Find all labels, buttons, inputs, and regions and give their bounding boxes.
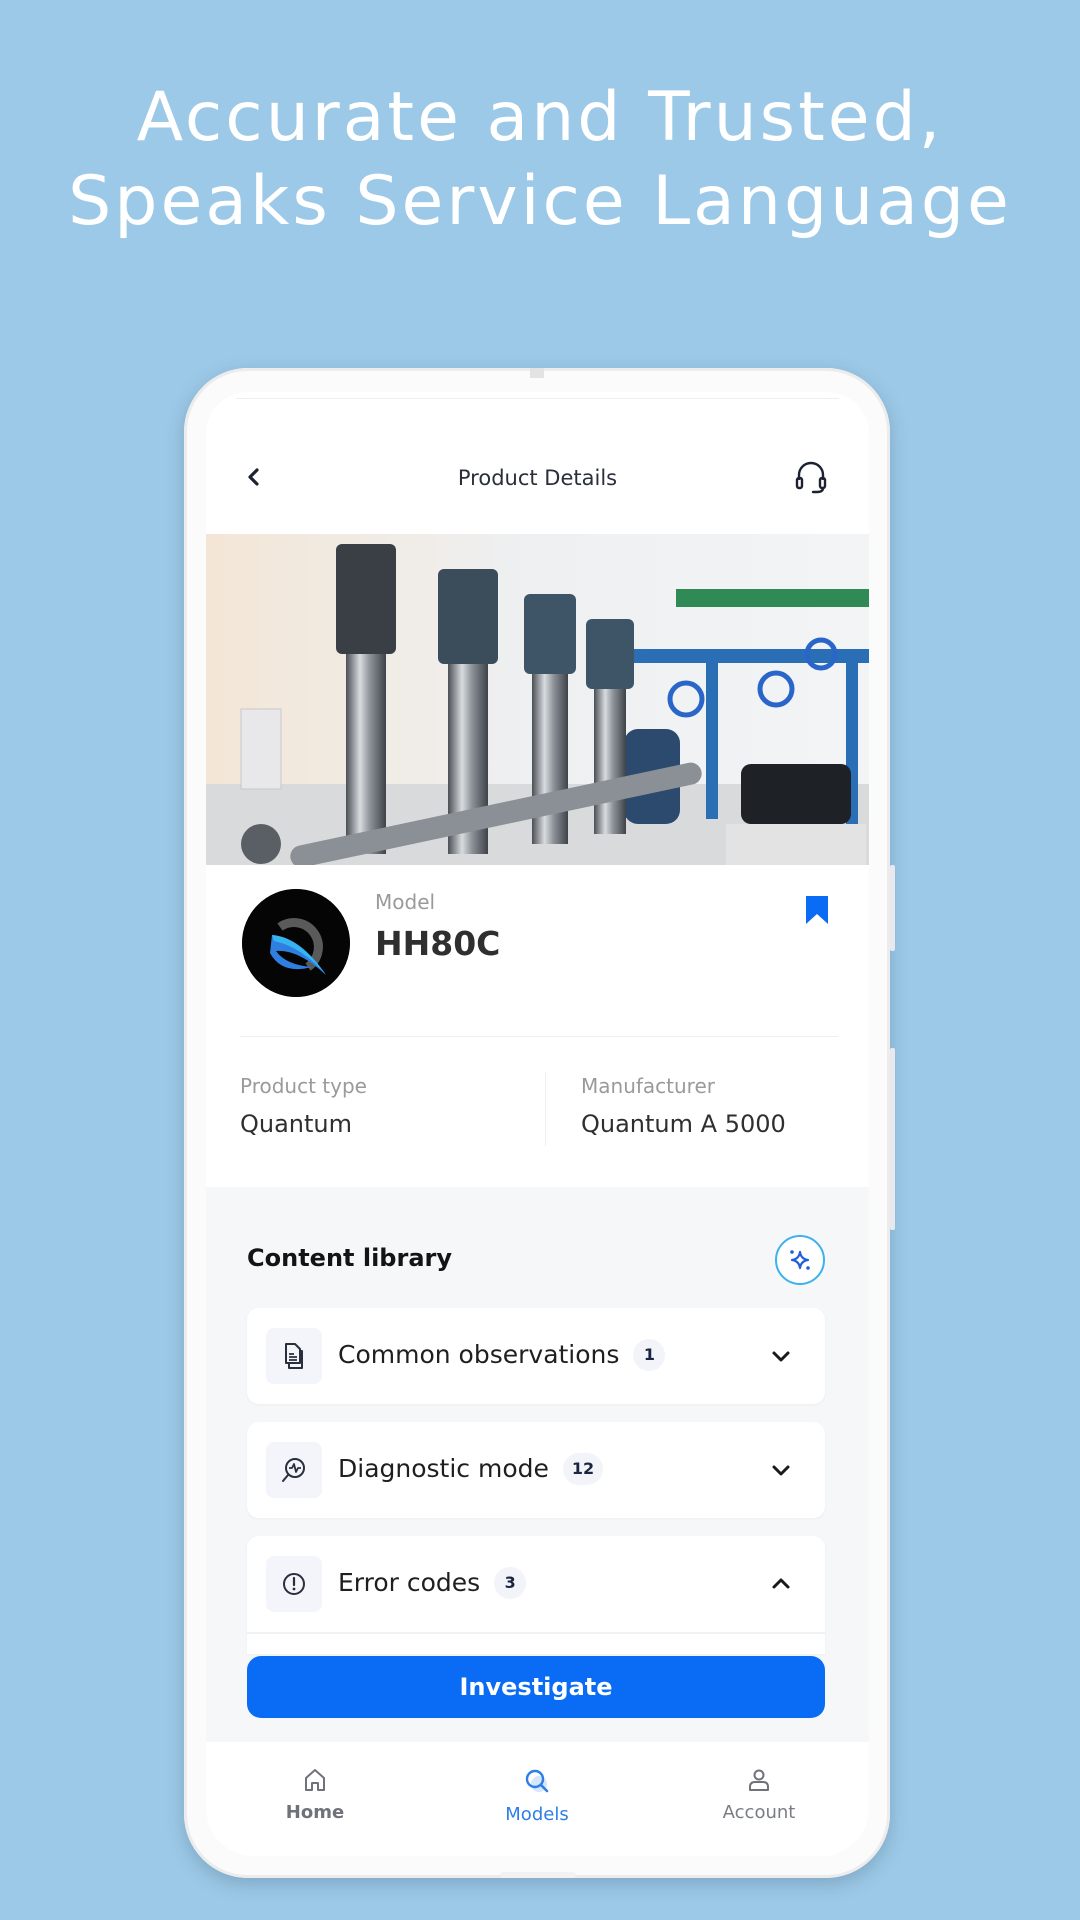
product-type-value: Quantum (240, 1110, 353, 1138)
headline-line-2: Speaks Service Language (68, 162, 1012, 241)
nav-home-label: Home (285, 1802, 345, 1823)
manufacturer-label: Manufacturer (581, 1074, 715, 1098)
chevron-down-icon (772, 1351, 790, 1362)
marketing-headline: Accurate and Trusted, Speaks Service Lan… (0, 76, 1080, 244)
product-hero-image (206, 534, 869, 865)
user-icon (749, 1769, 769, 1791)
chevron-down-icon (772, 1465, 790, 1476)
section-label: Error codes (338, 1568, 481, 1597)
app-screen: Product Details Model HH80C Product type… (206, 392, 869, 1856)
support-button[interactable] (792, 458, 830, 496)
manufacturer-value: Quantum A 5000 (581, 1110, 786, 1138)
section-diagnostic-mode[interactable]: Diagnostic mode 12 (247, 1422, 825, 1518)
brand-logo (242, 889, 350, 997)
bookmark-button[interactable] (804, 894, 830, 926)
model-value: HH80C (375, 924, 501, 963)
bottom-navigation: Home Models Account (206, 1742, 869, 1856)
headset-icon (795, 461, 827, 494)
content-library-title: Content library (247, 1244, 452, 1272)
home-icon (305, 1769, 325, 1791)
nav-models[interactable]: Models (457, 1742, 617, 1842)
nav-account-label: Account (722, 1802, 796, 1823)
section-error-codes[interactable]: Error codes 3 (247, 1536, 825, 1654)
count-badge: 12 (562, 1453, 604, 1485)
ai-assist-button[interactable] (775, 1235, 825, 1285)
attribute-divider (545, 1072, 546, 1146)
section-divider (240, 1036, 838, 1037)
chevron-up-icon (772, 1578, 790, 1589)
sparkle-icon (790, 1250, 810, 1270)
page-title: Product Details (457, 466, 618, 490)
nav-models-label: Models (505, 1804, 569, 1825)
power-button (890, 1048, 895, 1230)
home-indicator (500, 1872, 576, 1878)
phone-top-sensor (530, 368, 544, 378)
status-bar-divider (236, 398, 839, 399)
model-label: Model (375, 890, 436, 914)
nav-home[interactable]: Home (235, 1742, 395, 1842)
expanded-content-divider (247, 1632, 825, 1634)
section-label: Diagnostic mode (338, 1454, 549, 1483)
section-label: Common observations (338, 1340, 620, 1369)
bookmark-icon (806, 896, 828, 924)
diagnostic-icon (282, 1458, 305, 1482)
headline-line-1: Accurate and Trusted, (136, 78, 944, 157)
investigate-button[interactable]: Investigate (247, 1656, 825, 1718)
product-type-label: Product type (240, 1074, 367, 1098)
nav-account[interactable]: Account (679, 1742, 839, 1842)
search-icon (525, 1769, 549, 1793)
volume-button (890, 865, 895, 951)
alert-circle-icon (283, 1573, 305, 1595)
section-common-observations[interactable]: Common observations 1 (247, 1308, 825, 1404)
document-icon (285, 1343, 303, 1369)
count-badge: 1 (633, 1339, 666, 1371)
count-badge: 3 (494, 1567, 527, 1599)
